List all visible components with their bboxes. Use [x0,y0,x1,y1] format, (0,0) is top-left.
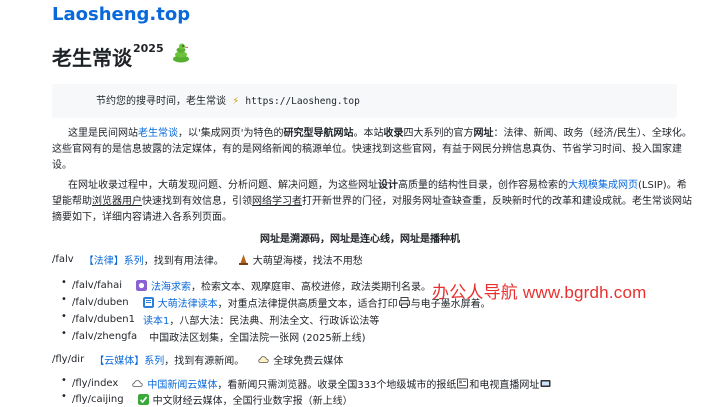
page-title-year: 2025 [133,42,164,55]
section-tag-link[interactable]: 【云媒体】系列 [94,352,164,367]
page-title-text: 老生常谈 [52,46,132,70]
site-link[interactable]: Laosheng.top [52,4,190,25]
lsip-link[interactable]: 大规模集成网页 [568,180,638,191]
laosheng-link[interactable]: 老生常谈 [138,128,178,139]
watchtower-icon [238,254,248,265]
list-item-duben1: /falv/duben1 读本1 ，八部大法：民法典、刑法全文、行政诉讼法等 [61,311,379,327]
section-path: /falv [52,254,74,265]
page-title: 老生常谈 2025 [52,42,192,71]
list-item-fly-index: /fly/index 中国新闻云媒体 ，看新闻只需浏览器。收录全国333个地级城… [61,375,552,391]
list-item-fahai: /falv/fahai 法海求索 ，检索文本、观摩庭审、高校进修，政法类期刊名录… [61,277,431,293]
gem-icon [135,280,147,291]
cloud-icon [132,380,143,387]
section-path: /fly/dir [52,354,85,365]
snake-icon [172,43,189,63]
intro-paragraph-2: 在网址收录过程中，大萌发现问题、分析问题、解决问题，为这些网址设计高质量的结构性… [52,180,692,223]
slogan-text: 节约您的搜寻时间，老生常谈 [96,96,226,107]
list-item-zhengfa: /falv/zhengfa 中国政法区划集，全国法院一张网 (2025新上线) [61,328,366,344]
tv-icon [540,380,551,387]
printer-icon [398,297,410,308]
slogan-box: 节约您的搜寻时间，老生常谈 ⚡ https://Laosheng.top [52,84,677,118]
intro-paragraph-1: 这里是民间网站老生常谈，以'集成网页'为特色的研究型导航网站。本站收录四大系列的… [52,128,692,171]
cloud-icon [258,356,269,363]
newspaper-icon [457,378,469,389]
check-icon [137,394,149,405]
section-fly-header: /fly/dir 【云媒体】系列 ，找到有源新闻。 全球免费云媒体 [52,352,344,367]
duben1-link[interactable]: 读本1 [143,312,169,327]
fahai-link[interactable]: 法海求索 [151,278,191,293]
section-falv-header: /falv 【法律】系列 ，找到有用法律。 大萌望海楼，找法不用愁 [52,252,363,267]
slogan-url[interactable]: https://Laosheng.top [245,96,359,107]
list-item-duben: /falv/duben 大萌法律读本 ，对重点法律提供高质量文本，适合打印 与电… [61,294,491,310]
motto: 网址是溯源码，网址是连心线，网址是播种机 [260,234,460,245]
list-item-fly-caijing: /fly/caijing 中文财经云媒体，全国行业数字报（新上线） [61,391,353,407]
watermark: 办公人导航 www.bgrdh.com [432,283,647,302]
fly-index-link[interactable]: 中国新闻云媒体 [147,376,217,391]
lightning-icon: ⚡ [232,96,240,107]
section-tag-link[interactable]: 【法律】系列 [84,252,144,267]
book-icon [142,297,154,308]
duben-link[interactable]: 大萌法律读本 [158,295,218,310]
